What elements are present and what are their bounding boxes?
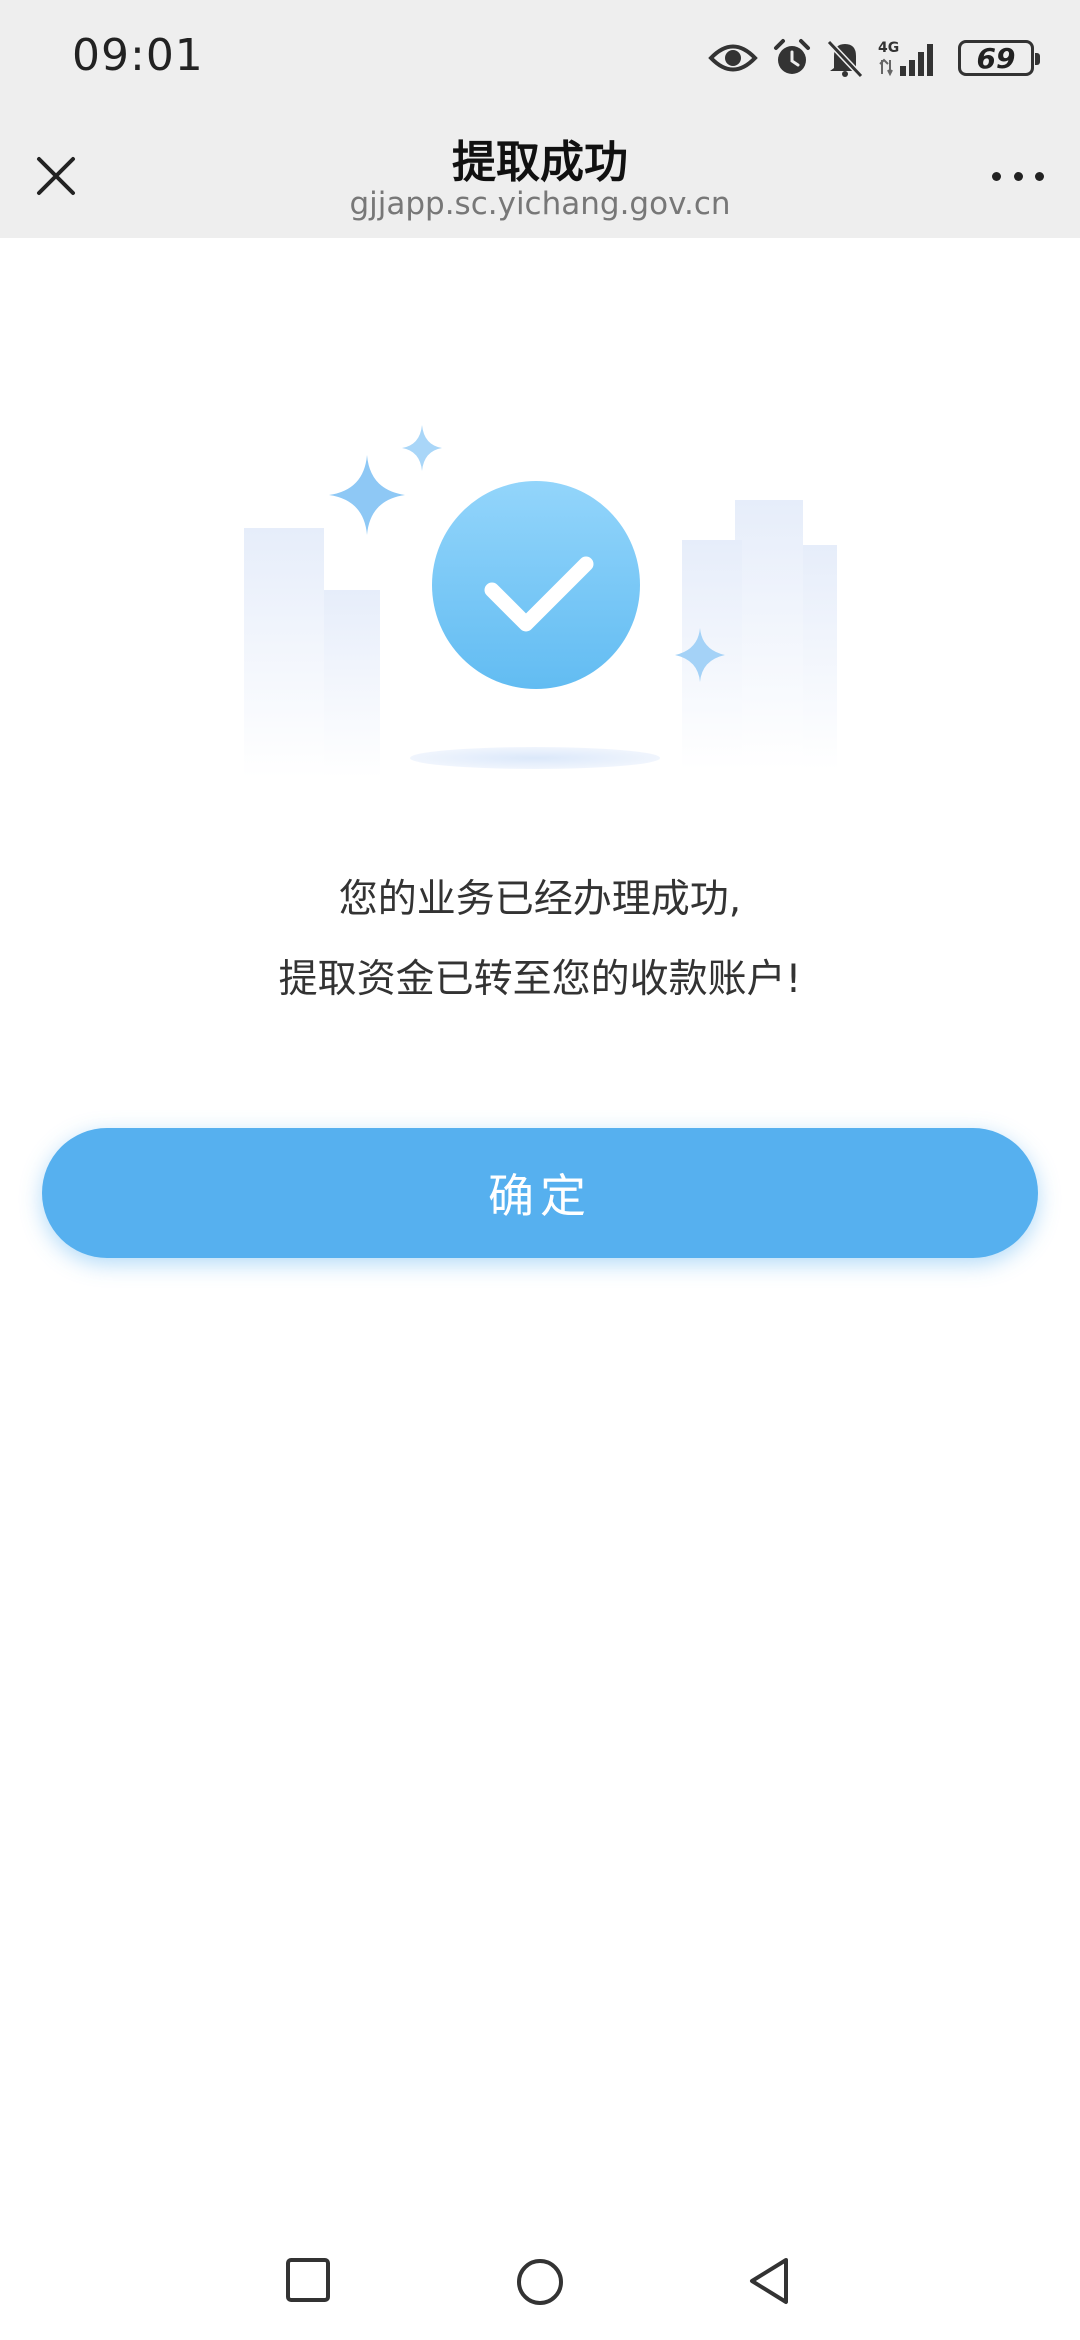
page-url: gjjapp.sc.yichang.gov.cn [349, 186, 731, 222]
nav-bar: 提取成功 gjjapp.sc.yichang.gov.cn [0, 118, 1080, 238]
page-title: 提取成功 [452, 137, 628, 188]
confirm-button[interactable]: 确定 [42, 1128, 1038, 1258]
battery-icon: 69 [958, 40, 1040, 76]
success-check-icon [432, 481, 640, 689]
recents-square-icon[interactable] [284, 2256, 332, 2304]
more-dot [1035, 171, 1044, 181]
back-triangle-icon[interactable] [746, 2256, 792, 2306]
right-buildings [682, 500, 837, 770]
ground-shadow [410, 747, 660, 769]
status-bar: 09:01 4G 69 [0, 0, 1080, 118]
bell-muted-icon [826, 38, 864, 78]
left-buildings [244, 528, 380, 778]
sparkle-icon [402, 425, 442, 471]
network-type-label: 4G [878, 40, 899, 56]
more-dot [992, 171, 1001, 181]
message-line-2: 提取资金已转至您的收款账户! [278, 957, 802, 1002]
more-dot [1013, 171, 1023, 181]
success-illustration [244, 425, 837, 778]
message-line-1: 您的业务已经办理成功, [338, 877, 742, 922]
eye-icon [708, 41, 758, 75]
success-message: 您的业务已经办理成功, 提取资金已转至您的收款账户! [0, 860, 1080, 1020]
more-button[interactable] [986, 156, 1050, 196]
status-time: 09:01 [72, 30, 204, 81]
sparkle-icon [329, 455, 405, 535]
system-nav-bar [0, 2220, 1080, 2340]
status-icons: 4G 69 [708, 36, 1040, 80]
home-circle-icon[interactable] [514, 2256, 566, 2308]
signal-icon: 4G [878, 38, 944, 78]
alarm-icon [772, 38, 812, 78]
